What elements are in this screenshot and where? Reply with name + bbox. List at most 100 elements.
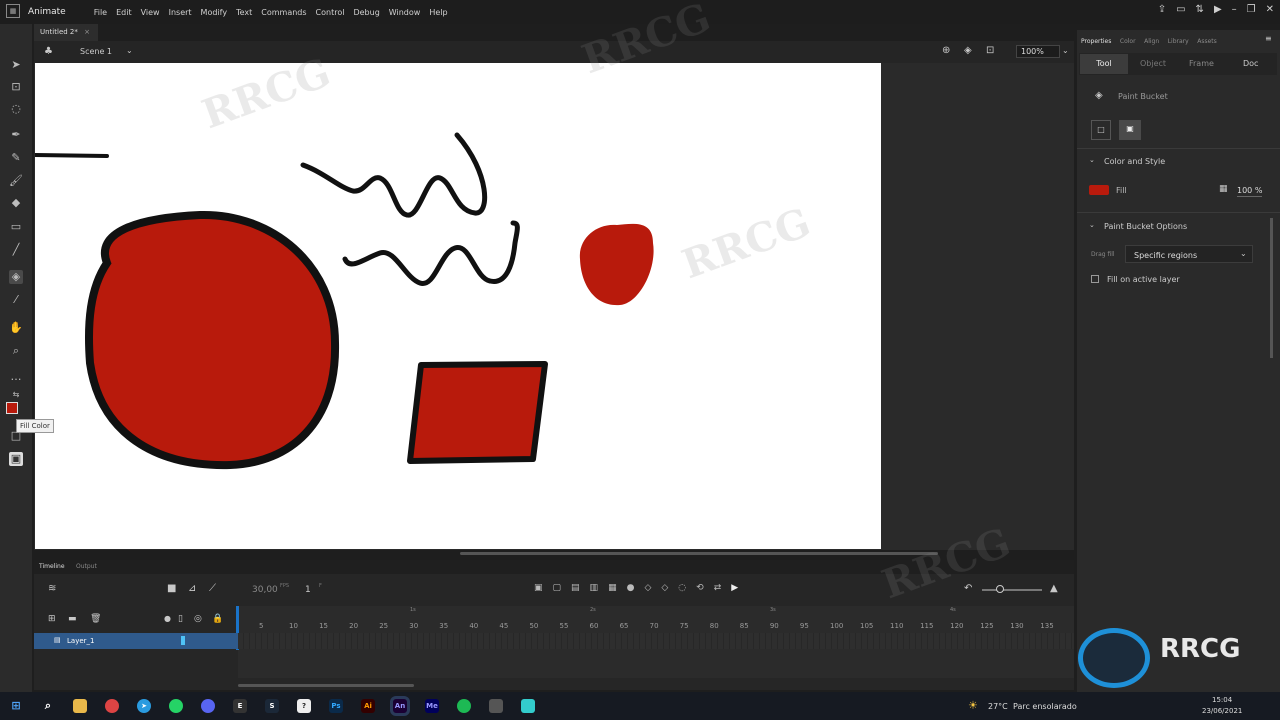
subtab-frame[interactable]: Frame [1189, 59, 1214, 68]
search-icon[interactable]: ⌕ [41, 699, 55, 713]
drag-fill-select[interactable]: Specific regions ⌄ [1125, 245, 1253, 263]
small-red-blob[interactable] [579, 223, 654, 306]
swap-colors-icon[interactable]: ⇆ [9, 388, 23, 402]
fit-icon[interactable]: ⊡ [986, 45, 994, 56]
line-tool-icon[interactable]: ╱ [9, 243, 23, 257]
app-icon[interactable]: ? [297, 699, 311, 713]
remove-frame-icon[interactable]: ▥ [590, 583, 599, 593]
more-tools-icon[interactable]: … [9, 370, 23, 384]
insert-blank-keyframe-icon[interactable]: ▢ [553, 583, 562, 593]
tab-color[interactable]: Color [1120, 38, 1136, 45]
lasso-tool-icon[interactable]: ◌ [9, 102, 23, 116]
motion-tween-icon[interactable]: ◌ [678, 583, 686, 593]
options-section-title[interactable]: Paint Bucket Options [1104, 222, 1187, 231]
minimize-icon[interactable]: – [1232, 4, 1237, 15]
app-icon-3[interactable] [521, 699, 535, 713]
insert-frame-icon[interactable]: ▤ [571, 583, 580, 593]
timeline-zoom-handle[interactable] [996, 585, 1004, 593]
layer-color-marker[interactable] [181, 636, 185, 645]
tab-output[interactable]: Output [76, 563, 97, 570]
telegram-icon[interactable]: ➤ [137, 699, 151, 713]
subtab-doc[interactable]: Doc [1243, 59, 1258, 68]
drawing-mode-button[interactable]: ▣ [1119, 120, 1141, 140]
close-tab-icon[interactable]: × [84, 28, 90, 36]
options-section-chevron-icon[interactable]: ⌄ [1089, 221, 1095, 229]
visibility-icon[interactable]: ◎ [194, 614, 202, 624]
app-icon-2[interactable] [489, 699, 503, 713]
subtab-object[interactable]: Object [1140, 59, 1166, 68]
timeline-play-icon[interactable]: ▶ [731, 583, 738, 593]
zoom-field[interactable]: 100% [1016, 45, 1060, 58]
menu-text[interactable]: Text [236, 8, 252, 17]
menu-view[interactable]: View [141, 8, 160, 17]
photoshop-icon[interactable]: Ps [329, 699, 343, 713]
outline-icon[interactable]: ▯ [178, 614, 183, 624]
parenting-icon[interactable]: ⊿ [188, 583, 196, 594]
large-circle-shape[interactable] [85, 210, 340, 470]
tab-align[interactable]: Align [1144, 38, 1159, 45]
chrome-icon[interactable] [105, 699, 119, 713]
brush-tool-icon[interactable]: ✎ [9, 151, 23, 165]
paint-bucket-tool-icon[interactable]: ◈ [9, 270, 23, 284]
rectangle-tool-icon[interactable]: ▭ [9, 220, 23, 234]
play-icon[interactable]: ▶ [1214, 4, 1222, 15]
tab-assets[interactable]: Assets [1197, 38, 1217, 45]
whatsapp-icon[interactable] [169, 699, 183, 713]
fill-color-swatch[interactable] [6, 402, 18, 414]
stage-scrollbar[interactable] [460, 552, 938, 555]
tween-icon[interactable]: ◇ [644, 583, 651, 593]
insert-keyframe-icon[interactable]: ▣ [534, 583, 543, 593]
panel-scrollbar[interactable] [1270, 218, 1273, 358]
pen-tool-icon[interactable]: ✒ [9, 128, 23, 142]
zigzag-stroke-1[interactable] [300, 132, 488, 218]
discord-icon[interactable] [201, 699, 215, 713]
zoom-dropdown-icon[interactable]: ⌄ [1062, 46, 1069, 55]
clip-content-icon[interactable]: ◈ [964, 45, 972, 56]
layers-icon[interactable]: ≋ [48, 583, 56, 594]
clock-time[interactable]: 15:04 [1212, 696, 1232, 704]
horizontal-stroke[interactable] [33, 153, 109, 158]
add-layer-icon[interactable]: ⊞ [48, 614, 56, 624]
layer-name[interactable]: Layer_1 [67, 637, 94, 645]
eyedropper-tool-icon[interactable]: ⁄ [9, 293, 23, 307]
layer-frames-row[interactable] [238, 633, 1074, 649]
timeline-zoom-slider[interactable] [982, 589, 1042, 591]
free-transform-tool-icon[interactable]: ⊡ [9, 80, 23, 94]
clear-keyframe-icon[interactable]: ▦ [608, 583, 617, 593]
illustrator-icon[interactable]: Ai [361, 699, 375, 713]
menu-help[interactable]: Help [429, 8, 447, 17]
eraser-tool-icon[interactable]: ◆ [9, 196, 23, 210]
animate-icon[interactable]: An [390, 696, 410, 716]
tab-library[interactable]: Library [1168, 38, 1189, 45]
tab-timeline[interactable]: Timeline [39, 563, 65, 570]
panel-menu-icon[interactable]: ≡ [1265, 34, 1272, 43]
media-encoder-icon[interactable]: Me [425, 699, 439, 713]
rewind-icon[interactable]: ⟲ [696, 583, 704, 593]
close-icon[interactable]: ✕ [1266, 4, 1274, 15]
spotify-icon[interactable] [457, 699, 471, 713]
menu-window[interactable]: Window [389, 8, 421, 17]
layer-row[interactable]: ▤ Layer_1 [34, 633, 238, 649]
menu-commands[interactable]: Commands [261, 8, 306, 17]
tab-properties[interactable]: Properties [1081, 38, 1111, 45]
hand-tool-icon[interactable]: ✋ [9, 321, 23, 335]
object-mode-button[interactable]: □ [1091, 120, 1111, 140]
lock-icon[interactable]: 🔒 [212, 614, 223, 624]
zoom-tool-icon[interactable]: ⌕ [9, 344, 23, 358]
epic-games-icon[interactable]: E [233, 699, 247, 713]
frame-value[interactable]: 1 [305, 585, 311, 595]
fill-alpha-value[interactable]: 100 % [1237, 186, 1263, 197]
camera-icon[interactable]: ■ [167, 583, 176, 594]
scene-name[interactable]: Scene 1 [80, 47, 112, 56]
menu-insert[interactable]: Insert [169, 8, 192, 17]
graph-icon[interactable]: ⟋ [209, 583, 216, 594]
shape-tween-icon[interactable]: ◇ [661, 583, 668, 593]
subtab-tool[interactable]: Tool [1080, 54, 1128, 74]
stage-canvas[interactable] [33, 63, 881, 549]
paint-brush-tool-icon[interactable]: 🖌 [9, 174, 23, 188]
weather-temp[interactable]: 27°C [988, 702, 1008, 711]
selection-tool-icon[interactable]: ➤ [9, 58, 23, 72]
clock-date[interactable]: 23/06/2021 [1202, 707, 1242, 715]
share-icon[interactable]: ⇪ [1158, 4, 1166, 15]
object-drawing-icon[interactable]: ▣ [9, 452, 23, 466]
